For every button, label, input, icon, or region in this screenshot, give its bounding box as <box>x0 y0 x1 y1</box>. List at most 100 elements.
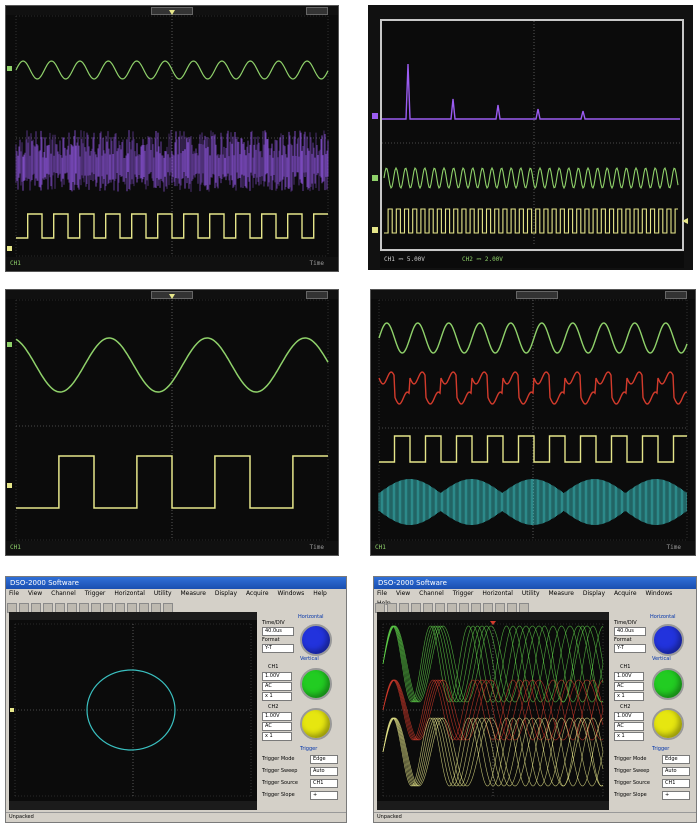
toolbar <box>6 599 346 613</box>
trigger-slope-select[interactable]: + <box>662 791 690 800</box>
view-footer <box>377 801 609 810</box>
waveform-display-3 <box>7 294 329 541</box>
grid-lines <box>14 623 252 797</box>
trigger-mode-select[interactable]: Edge <box>662 755 690 764</box>
trigger-sweep-select[interactable]: Auto <box>310 767 338 776</box>
scope-status-bar: CH1 Time <box>6 541 338 555</box>
trigger-source-select[interactable]: CH1 <box>662 779 690 788</box>
trigger-slope-label: Trigger Slope <box>262 792 295 798</box>
ch1-coupling-select[interactable]: AC <box>614 682 644 691</box>
menu-item[interactable]: File <box>9 590 19 597</box>
menu-item[interactable]: Channel <box>51 590 76 597</box>
format-select[interactable]: Y-T <box>614 644 646 653</box>
ch1-marker <box>372 227 378 233</box>
trigger-source-select[interactable]: CH1 <box>310 779 338 788</box>
horizontal-label: Horizontal <box>650 614 676 620</box>
time-div-select[interactable]: 40.0us <box>262 627 294 636</box>
time-div-select[interactable]: 40.0us <box>614 627 646 636</box>
ch1-coupling-select[interactable]: AC <box>262 682 292 691</box>
ch2-label: CH2 <box>620 704 631 710</box>
multi-channel-display <box>382 621 604 797</box>
menu-item[interactable]: Trigger <box>85 590 106 597</box>
trigger-sweep-select[interactable]: Auto <box>662 767 690 776</box>
ch1-probe-select[interactable]: x 1 <box>614 692 644 701</box>
menu-item[interactable]: Display <box>583 590 605 597</box>
menu-item[interactable]: Display <box>215 590 237 597</box>
ch2-square-trace <box>16 455 328 509</box>
status-ch1: CH1 ⎓ 5.00V <box>384 256 425 263</box>
menu-item[interactable]: Measure <box>548 590 574 597</box>
ch1-label: CH1 <box>620 664 631 670</box>
window-title: DSO-2000 Software <box>374 577 696 589</box>
ch1-volt-select[interactable]: 1.00V <box>262 672 292 681</box>
format-label: Format <box>614 637 632 643</box>
status-time: Time <box>309 260 324 267</box>
status-ch2: CH2 ⎓ 2.00V <box>462 256 503 263</box>
trigger-marker <box>490 621 496 625</box>
status-ch1: CH1 <box>10 260 21 267</box>
ch2-marker <box>372 175 378 181</box>
ch2-probe-select[interactable]: x 1 <box>614 732 644 741</box>
trigger-mode-label: Trigger Mode <box>614 756 647 762</box>
time-div-label: Time/DIV <box>614 620 637 626</box>
ch2-coupling-select[interactable]: AC <box>262 722 292 731</box>
ch2-volt-knob[interactable] <box>652 708 684 740</box>
format-select[interactable]: Y-T <box>262 644 294 653</box>
menu-item[interactable]: Measure <box>180 590 206 597</box>
menu-item[interactable]: View <box>28 590 42 597</box>
menu-item[interactable]: Trigger <box>453 590 474 597</box>
software-window-multi: DSO-2000 Software File View Channel Trig… <box>373 576 697 823</box>
ch2-volt-knob[interactable] <box>300 708 332 740</box>
ch1-square-trace <box>384 208 678 234</box>
waveform-display-1 <box>7 10 329 257</box>
horizontal-knob[interactable] <box>300 624 332 656</box>
ch4-am-trace <box>378 479 687 525</box>
ch1-label: CH1 <box>268 664 279 670</box>
ch2-volt-select[interactable]: 1.00V <box>614 712 644 721</box>
ch1-sine-trace <box>15 337 329 393</box>
menu-item[interactable]: File <box>377 590 387 597</box>
ch1-volt-knob[interactable] <box>652 668 684 700</box>
trigger-slope-select[interactable]: + <box>310 791 338 800</box>
menu-item[interactable]: View <box>396 590 410 597</box>
window-status-bar: Unpacked <box>6 812 346 822</box>
trigger-marker <box>169 294 175 299</box>
status-time: Time <box>309 544 324 551</box>
control-panel: Horizontal Time/DIV 40.0us Format Y-T Ve… <box>612 612 694 810</box>
menu-item[interactable]: Acquire <box>614 590 637 597</box>
scope-view <box>9 612 257 810</box>
ch1-probe-select[interactable]: x 1 <box>262 692 292 701</box>
ch2-label: CH2 <box>268 704 279 710</box>
scope-view <box>377 612 609 810</box>
menu-item[interactable]: Windows <box>645 590 672 597</box>
waveform-display-4 <box>378 299 688 541</box>
lissajous-ellipse <box>86 669 176 751</box>
ch2-coupling-select[interactable]: AC <box>614 722 644 731</box>
menu-item[interactable]: Help <box>313 590 327 597</box>
trigger-source-label: Trigger Source <box>614 780 651 786</box>
ch2-probe-select[interactable]: x 1 <box>262 732 292 741</box>
ch2-volt-select[interactable]: 1.00V <box>262 712 292 721</box>
menu-item[interactable]: Utility <box>522 590 540 597</box>
menu-item[interactable]: Horizontal <box>114 590 145 597</box>
trigger-marker <box>169 10 175 15</box>
scope-screen-4: CH1 Time <box>370 289 696 556</box>
menu-item[interactable]: Windows <box>277 590 304 597</box>
trigger-label: Trigger <box>300 746 318 752</box>
ch1-volt-select[interactable]: 1.00V <box>614 672 644 681</box>
ch3-marker <box>7 246 12 251</box>
menu-item[interactable]: Channel <box>419 590 444 597</box>
horizontal-label: Horizontal <box>298 614 324 620</box>
trigger-mode-select[interactable]: Edge <box>310 755 338 764</box>
vertical-label: Vertical <box>652 656 671 662</box>
trigger-source-label: Trigger Source <box>262 780 299 786</box>
fft-spectrum-trace <box>382 63 680 120</box>
ch2-marker <box>7 483 12 488</box>
menu-item[interactable]: Acquire <box>246 590 269 597</box>
ch1-marker <box>10 708 14 712</box>
menu-item[interactable]: Horizontal <box>482 590 513 597</box>
menu-item[interactable]: Utility <box>154 590 172 597</box>
scope-status-bar: CH1 ⎓ 5.00V CH2 ⎓ 2.00V <box>380 252 684 268</box>
horizontal-knob[interactable] <box>652 624 684 656</box>
ch1-volt-knob[interactable] <box>300 668 332 700</box>
